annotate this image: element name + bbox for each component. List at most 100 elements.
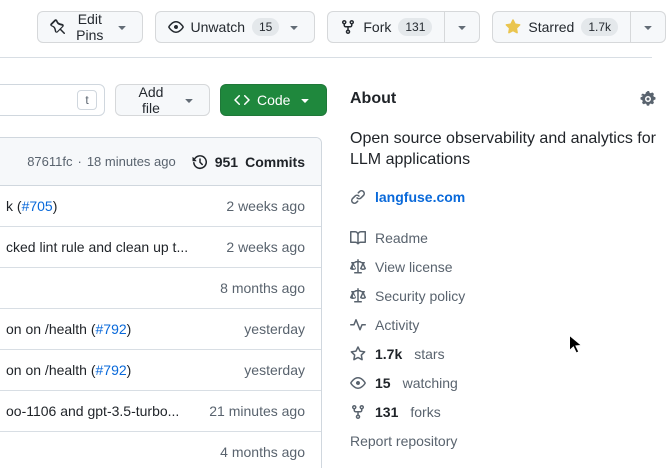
law-icon [350,288,366,304]
code-button[interactable]: Code [220,84,327,116]
commit-message: cked lint rule and clean up t... [6,239,214,255]
commit-message: oo-1106 and gpt-3.5-turbo... [6,403,197,419]
file-row[interactable]: oo-1106 and gpt-3.5-turbo... 21 minutes … [0,391,321,432]
fork-icon [340,19,356,35]
commits-label: Commits [245,154,305,170]
about-item-label: Security policy [375,288,465,304]
repo-description: Open source observability and analytics … [350,128,656,170]
issue-link[interactable]: #705 [22,198,53,214]
gear-icon[interactable] [640,91,656,107]
fork-icon [350,404,366,420]
header-divider [0,57,652,58]
latest-commit-meta[interactable]: 87611fc · 18 minutes ago [27,154,176,169]
file-rows: k (#705) 2 weeks ago cked lint rule and … [0,186,321,468]
keyboard-shortcut-hint: t [77,90,97,110]
stars-count-badge: 1.7k [581,18,618,36]
commit-time: 18 minutes ago [87,154,176,169]
commit-meta-separator: · [77,154,81,169]
chevron-down-icon [297,92,313,108]
watchers-count-badge: 15 [252,18,279,36]
about-item-count: 1.7k [375,346,402,362]
file-row[interactable]: 8 months ago [0,268,321,309]
repo-action-bar: Edit Pins Unwatch 15 Fork 131 Starred 1. [37,11,666,43]
about-title: About [350,90,396,108]
add-file-button[interactable]: Add file [115,84,210,116]
file-row[interactable]: cked lint rule and clean up t... 2 weeks… [0,227,321,268]
chevron-down-icon [181,92,197,108]
unwatch-label: Unwatch [191,19,245,35]
fork-label: Fork [363,19,391,35]
chevron-down-icon [286,19,302,35]
about-item-label: watching [403,375,458,391]
book-icon [350,230,366,246]
fork-button[interactable]: Fork 131 [328,12,444,42]
pulse-icon [350,317,366,333]
commit-date: 4 months ago [220,444,305,460]
commit-date: yesterday [244,362,305,378]
commit-date: 21 minutes ago [209,403,305,419]
chevron-down-icon [114,19,130,35]
about-item-count: 15 [375,375,391,391]
about-list: Readme View license Security policy Acti… [350,223,656,426]
file-table: 87611fc · 18 minutes ago 951 Commits k (… [0,137,322,468]
about-item-label: View license [375,259,453,275]
fork-dropdown-button[interactable] [444,12,479,42]
commit-hash[interactable]: 87611fc [27,154,72,169]
github-repo-page: Edit Pins Unwatch 15 Fork 131 Starred 1. [0,0,666,468]
website-link[interactable]: langfuse.com [375,189,465,205]
code-icon [234,92,250,108]
star-filled-icon [505,19,521,35]
pin-icon [50,19,66,35]
commit-message: k (#705) [6,198,214,214]
file-row[interactable]: on on /health (#792) yesterday [0,309,321,350]
file-row[interactable]: on on /health (#792) yesterday [0,350,321,391]
file-row[interactable]: 4 months ago [0,432,321,468]
starred-label: Starred [528,19,574,35]
about-item[interactable]: View license [350,252,656,281]
go-to-file-input[interactable]: t [0,84,105,116]
eye-icon [350,375,366,391]
about-item[interactable]: Readme [350,223,656,252]
starred-button[interactable]: Starred 1.7k [493,12,630,42]
chevron-down-icon [640,19,656,35]
report-repository-link[interactable]: Report repository [350,433,656,449]
commit-date: 2 weeks ago [226,198,305,214]
about-item-count: 131 [375,404,398,420]
about-sidebar: About Open source observability and anal… [350,90,656,449]
edit-pins-label: Edit Pins [73,11,107,43]
star-split-button: Starred 1.7k [492,11,666,43]
add-file-label: Add file [128,84,174,116]
about-item[interactable]: 1.7k stars [350,339,656,368]
commits-count: 951 [215,154,238,170]
issue-link[interactable]: #792 [96,321,127,337]
website-row: langfuse.com [350,189,656,205]
about-item[interactable]: Security policy [350,281,656,310]
law-icon [350,259,366,275]
about-item-label: forks [410,404,440,420]
commit-date: 8 months ago [220,280,305,296]
about-item[interactable]: 131 forks [350,397,656,426]
about-item-label: Activity [375,317,419,333]
history-icon [192,154,208,170]
unwatch-button[interactable]: Unwatch 15 [155,11,316,43]
link-icon [350,189,366,205]
forks-count-badge: 131 [398,18,432,36]
issue-link[interactable]: #792 [96,362,127,378]
about-item[interactable]: 15 watching [350,368,656,397]
about-header: About [350,90,656,108]
about-item-label: stars [414,346,444,362]
commit-history-link[interactable]: 951 Commits [192,154,305,170]
chevron-down-icon [454,19,470,35]
code-label: Code [257,92,290,108]
eye-icon [168,19,184,35]
commit-message: on on /health (#792) [6,321,232,337]
star-dropdown-button[interactable] [630,12,665,42]
star-icon [350,346,366,362]
latest-commit-bar: 87611fc · 18 minutes ago 951 Commits [0,138,321,186]
commit-date: yesterday [244,321,305,337]
about-item[interactable]: Activity [350,310,656,339]
fork-split-button: Fork 131 [327,11,480,43]
commit-message: on on /health (#792) [6,362,232,378]
edit-pins-button[interactable]: Edit Pins [37,11,143,43]
file-row[interactable]: k (#705) 2 weeks ago [0,186,321,227]
